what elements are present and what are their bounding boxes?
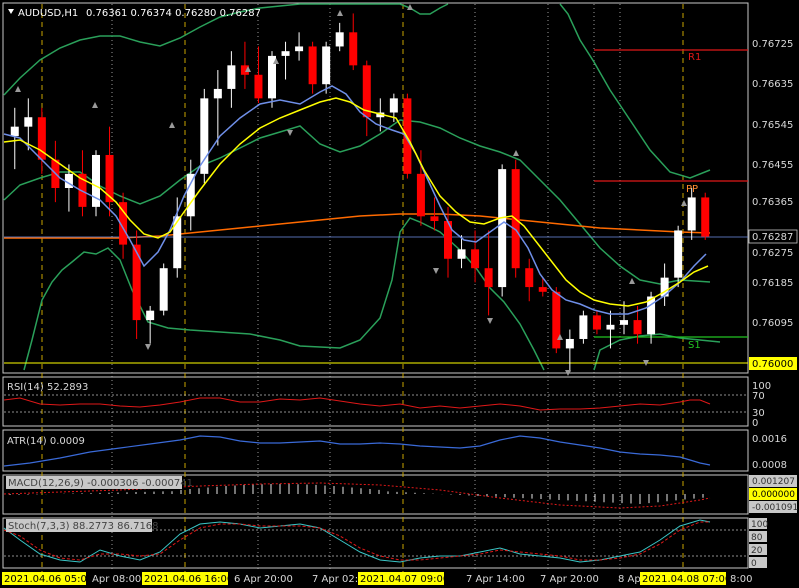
candle-body[interactable]: [471, 249, 480, 269]
price-tick: 0.76365: [752, 197, 793, 208]
time-axis: 2021.04.06 05:00 Apr 08:00 2021.04.06 16…: [2, 572, 752, 585]
time-label-highlight: 2021.04.07 09:00: [360, 574, 449, 585]
price-tick: 0.76095: [752, 318, 793, 329]
fractal-down-arrow-icon: [433, 268, 439, 274]
candle-body[interactable]: [213, 88, 222, 99]
symbol-label: AUDUSD,H1: [18, 8, 78, 19]
pivot-s1-label: S1: [688, 340, 701, 351]
candle-body[interactable]: [335, 32, 344, 47]
candle-body[interactable]: [416, 173, 425, 217]
candle-body[interactable]: [538, 287, 547, 292]
candle-body[interactable]: [389, 98, 398, 113]
time-label-highlight: 2021.04.06 05:00: [4, 574, 93, 585]
time-label: 8 Ap: [618, 574, 641, 585]
stoch-label: Stoch(7,3,3) 88.2773 86.7168: [8, 521, 159, 532]
time-label: 7 Apr 20:00: [540, 574, 599, 585]
yellow-level-label: 0.76000: [752, 359, 793, 370]
candle-body[interactable]: [430, 216, 439, 222]
candle-body[interactable]: [498, 169, 507, 288]
moving-average-slow: [4, 213, 711, 239]
price-tick: 0.76545: [752, 120, 793, 131]
atr-panel[interactable]: [2, 429, 749, 472]
price-tick: 0.76275: [752, 248, 793, 259]
stoch-tick: 20: [751, 546, 763, 556]
main-price-panel[interactable]: [2, 2, 749, 374]
macd-label: MACD(12,26,9) -0.000306 -0.000741: [8, 478, 193, 489]
fractal-up-arrow-icon: [337, 10, 343, 16]
candle-body[interactable]: [674, 230, 683, 278]
candle-body[interactable]: [227, 65, 236, 89]
price-axis: 0.76725 0.76635 0.76545 0.76455 0.76365 …: [752, 39, 793, 329]
fractal-up-arrow-icon: [169, 122, 175, 128]
macd-tick: -0.001091: [752, 503, 798, 513]
candle-body[interactable]: [186, 173, 195, 217]
candle-body[interactable]: [592, 315, 601, 330]
fractal-up-arrow-icon: [681, 200, 687, 206]
trading-chart[interactable]: 0.76725 0.76635 0.76545 0.76455 0.76365 …: [0, 0, 799, 588]
atr-label: ATR(14) 0.0009: [7, 436, 85, 447]
candle-body[interactable]: [620, 320, 628, 325]
current-price-label: 0.76287: [752, 232, 793, 243]
candle-body[interactable]: [633, 320, 642, 335]
candle-body[interactable]: [525, 268, 534, 288]
rsi-label: RSI(14) 52.2893: [7, 382, 88, 393]
candle-body[interactable]: [146, 310, 155, 321]
candle-body[interactable]: [579, 315, 588, 339]
price-tick: 0.76725: [752, 39, 793, 50]
candle-body[interactable]: [295, 46, 304, 52]
ohlc-readout: 0.76361 0.76374 0.76280 0.76287: [86, 8, 261, 19]
pivot-pp-label: PP: [686, 184, 698, 195]
candle-body[interactable]: [159, 268, 168, 311]
time-label: Apr 08:00: [92, 574, 141, 585]
time-label-highlight: 2021.04.06 16:00: [144, 574, 233, 585]
chart-menu-triangle-icon[interactable]: [8, 9, 14, 14]
candle-body[interactable]: [484, 268, 493, 288]
fractal-up-arrow-icon: [513, 150, 519, 156]
bollinger-lower-2: [593, 333, 721, 371]
fractal-up-arrow-icon: [15, 86, 21, 92]
candle-body[interactable]: [173, 216, 182, 269]
fractal-down-arrow-icon: [287, 130, 293, 136]
atr-tick: 0.0008: [752, 460, 787, 471]
rsi-panel[interactable]: [2, 376, 749, 427]
fractal-up-arrow-icon: [629, 278, 635, 284]
candle-body[interactable]: [322, 46, 331, 85]
candle-body[interactable]: [281, 51, 290, 56]
candle-body[interactable]: [687, 197, 696, 231]
candle-body[interactable]: [457, 249, 466, 259]
stoch-tick: 0: [751, 559, 757, 569]
atr-tick: 0.0016: [752, 434, 787, 445]
price-tick: 0.76455: [752, 160, 793, 171]
candle-body[interactable]: [308, 46, 317, 85]
fractal-down-arrow-icon: [487, 318, 493, 324]
pivot-r1-label: R1: [688, 52, 701, 63]
macd-tick: 0.000000: [752, 490, 795, 500]
atr-line: [3, 435, 711, 467]
fractal-down-arrow-icon: [145, 344, 151, 350]
time-label: 6 Apr 20:00: [234, 574, 293, 585]
candlestick-series[interactable]: [10, 13, 710, 372]
rsi-line: [3, 397, 711, 411]
time-label-highlight: 2021.04.08 07:00: [642, 574, 731, 585]
candle-body[interactable]: [701, 197, 710, 237]
candle-body[interactable]: [565, 338, 574, 349]
rsi-tick: 0: [752, 418, 758, 429]
bollinger-upper-2: [559, 3, 711, 179]
time-label: 8:00: [730, 574, 752, 585]
stoch-tick: 100: [751, 520, 768, 530]
macd-tick: 0.001207: [752, 477, 795, 487]
price-tick: 0.76635: [752, 79, 793, 90]
time-label: 7 Apr 14:00: [466, 574, 525, 585]
price-tick: 0.76185: [752, 278, 793, 289]
candle-body[interactable]: [254, 74, 263, 99]
candle-body[interactable]: [606, 324, 615, 330]
candle-body[interactable]: [105, 154, 114, 203]
stoch-tick: 80: [751, 533, 763, 543]
candle-body[interactable]: [24, 117, 33, 127]
candle-body[interactable]: [10, 126, 19, 137]
fractal-up-arrow-icon: [92, 102, 98, 108]
rsi-tick: 70: [752, 391, 765, 402]
candle-body[interactable]: [349, 32, 358, 66]
